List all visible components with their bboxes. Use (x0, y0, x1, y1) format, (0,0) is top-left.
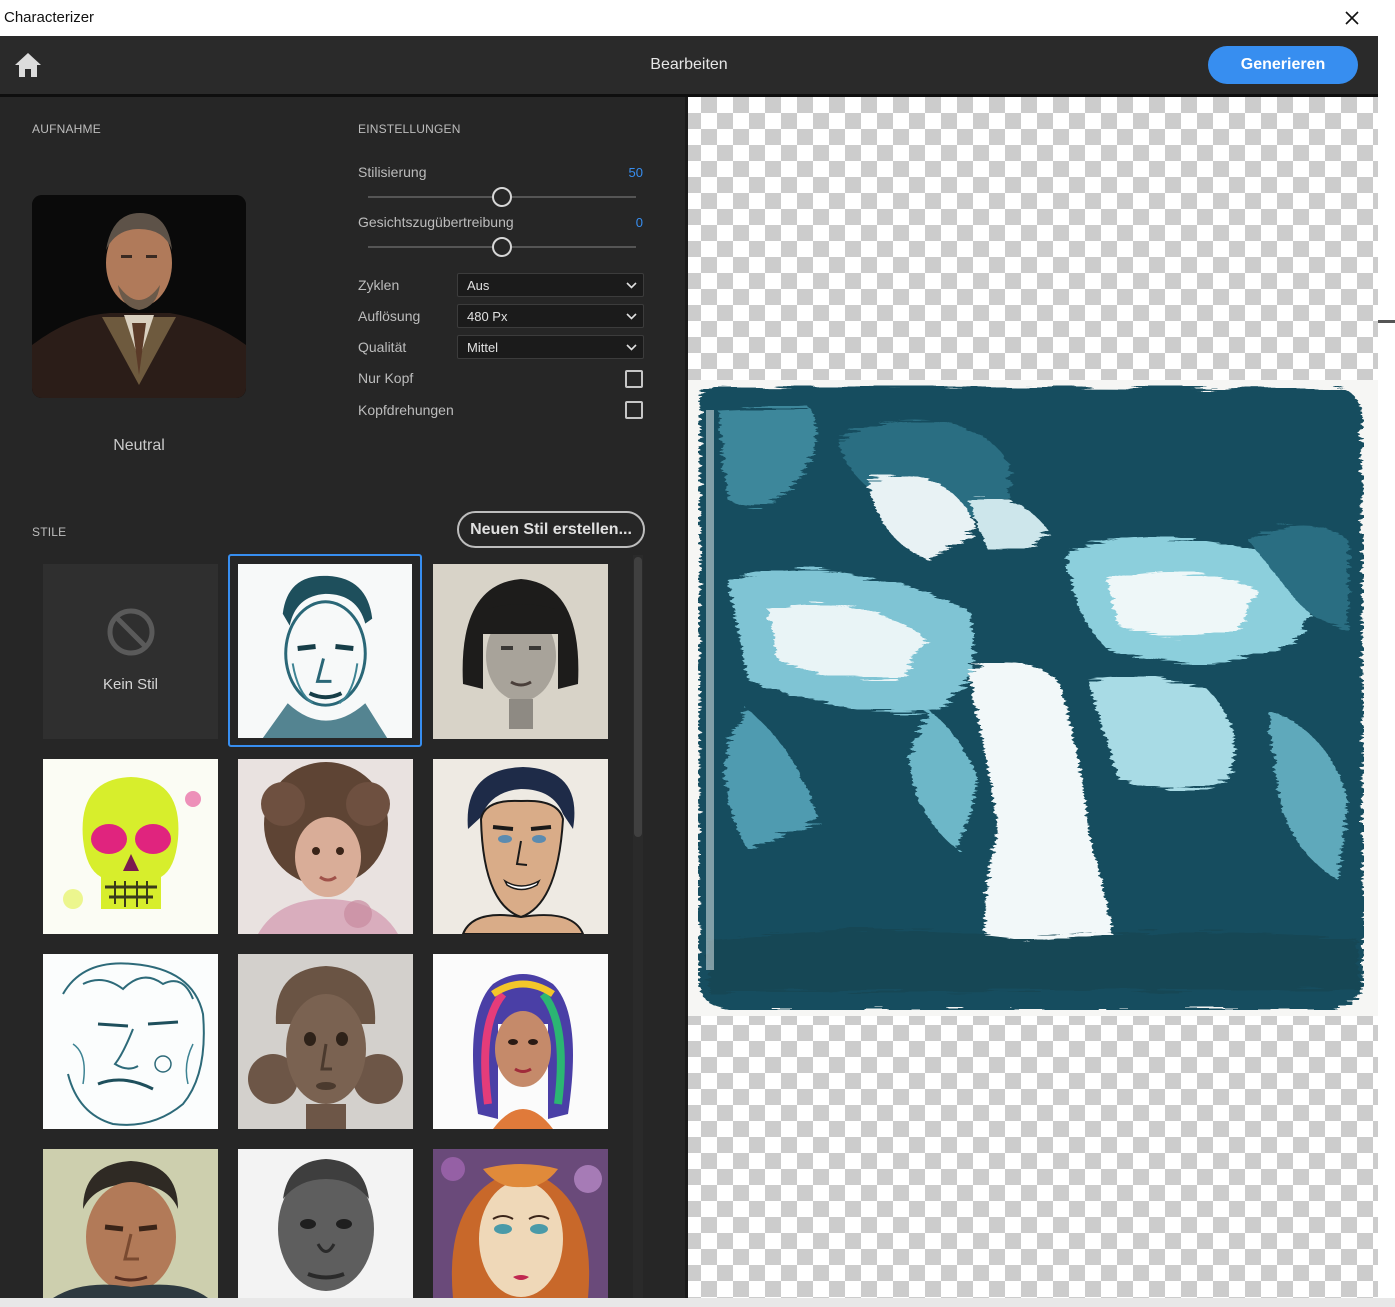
styles-section-label: STILE (32, 525, 67, 539)
page-title: Bearbeiten (650, 56, 728, 73)
exaggeration-slider-knob[interactable] (492, 237, 512, 257)
stylization-slider[interactable] (368, 187, 636, 207)
style-tile-neon-skull[interactable] (43, 759, 218, 934)
style-tile-comic-man[interactable] (433, 759, 608, 934)
stylization-slider-knob[interactable] (492, 187, 512, 207)
style-tile-line-drawing[interactable] (43, 954, 218, 1129)
new-style-button[interactable]: Neuen Stil erstellen... (457, 511, 645, 548)
stylized-result-image (688, 380, 1378, 1016)
chevron-down-icon (626, 344, 637, 351)
style-tile-clay-bust[interactable] (238, 954, 413, 1129)
close-icon[interactable] (1340, 6, 1364, 30)
head-only-checkbox[interactable] (625, 370, 643, 388)
chevron-down-icon (626, 282, 637, 289)
stylization-label: Stilisierung (358, 164, 427, 180)
watercolor-child-image (238, 759, 413, 934)
resolution-dropdown[interactable]: 480 Px (457, 304, 644, 328)
neon-skull-image (43, 759, 218, 934)
cycles-label: Zyklen (358, 277, 400, 293)
stylization-value: 50 (628, 165, 643, 180)
exaggeration-label: Gesichtszugübertreibung (358, 214, 514, 230)
capture-photo[interactable] (32, 195, 246, 398)
style-tile-ink-sketch (238, 564, 412, 738)
resolution-value: 480 Px (467, 309, 508, 324)
style-tile-oil-man[interactable] (43, 1149, 218, 1298)
generate-button[interactable]: Generieren (1208, 46, 1358, 84)
styles-scrollbar[interactable] (633, 555, 643, 1298)
capture-section-label: AUFNAHME (32, 122, 101, 136)
window-titlebar: Characterizer (0, 0, 1378, 36)
style-tile-rainbow-watercolor[interactable] (433, 954, 608, 1129)
rainbow-watercolor-image (433, 954, 608, 1129)
charcoal-portrait-image (433, 564, 608, 739)
head-only-label: Nur Kopf (358, 370, 414, 386)
pencil-man-image (238, 1149, 413, 1298)
head-turns-checkbox[interactable] (625, 401, 643, 419)
window-bottom-edge (0, 1298, 1395, 1307)
comic-man-image (433, 759, 608, 934)
exaggeration-slider[interactable] (368, 237, 636, 257)
portrait-image (32, 195, 246, 398)
style-tile-charcoal[interactable] (433, 564, 608, 739)
window-title: Characterizer (4, 9, 95, 26)
resolution-label: Auflösung (358, 308, 421, 324)
chevron-down-icon (626, 313, 637, 320)
quality-dropdown[interactable]: Mittel (457, 335, 644, 359)
no-style-label: Kein Stil (102, 676, 159, 693)
capture-photo-label: Neutral (113, 437, 165, 454)
cycles-value: Aus (467, 278, 490, 293)
quality-value: Mittel (467, 340, 499, 355)
no-style-icon (107, 608, 155, 656)
cycles-dropdown[interactable]: Aus (457, 273, 644, 297)
head-turns-label: Kopfdrehungen (358, 402, 454, 418)
exaggeration-value: 0 (635, 215, 643, 230)
quality-label: Qualität (358, 339, 407, 355)
style-tile-pencil-man[interactable] (238, 1149, 413, 1298)
style-tile-mixed-media-girl[interactable] (433, 1149, 608, 1298)
settings-section-label: EINSTELLUNGEN (358, 122, 461, 136)
style-tile-watercolor-child[interactable] (238, 759, 413, 934)
line-drawing-image (43, 954, 218, 1129)
stylized-output (688, 380, 1378, 1016)
mixed-media-girl-image (433, 1149, 608, 1298)
style-tile-none[interactable]: Kein Stil (43, 564, 218, 739)
window-edge (1378, 0, 1395, 1307)
clay-bust-image (238, 954, 413, 1129)
styles-scrollbar-thumb[interactable] (634, 557, 642, 837)
app-header: Bearbeiten Generieren (0, 36, 1378, 94)
oil-man-image (43, 1149, 218, 1298)
style-tile-selected-frame[interactable] (228, 554, 422, 747)
